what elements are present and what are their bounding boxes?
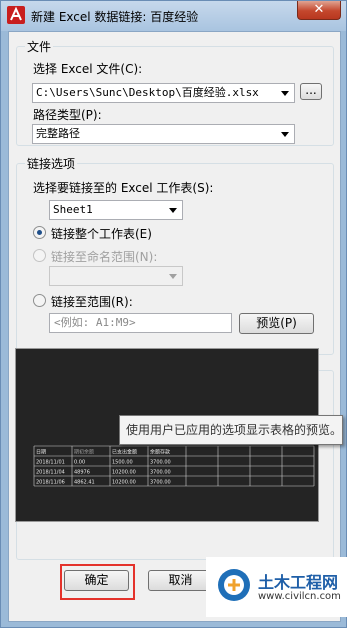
radio-named-range-label[interactable]: 链接至命名范围(N): [51,248,157,265]
browse-button[interactable]: ... [300,83,322,100]
select-file-label: 选择 Excel 文件(C): [33,62,143,76]
chevron-down-icon [281,91,289,96]
watermark-brand: 土木工程网 [258,573,339,592]
file-path-value: C:\Users\Sunc\Desktop\百度经验.xlsx [36,86,259,99]
radio-entire-sheet-label[interactable]: 链接整个工作表(E) [51,225,152,242]
path-type-combo[interactable]: 完整路径 [32,124,295,144]
preview-table-header-cell: 期初余额 [74,449,94,456]
named-range-combo[interactable] [49,266,183,286]
path-type-value: 完整路径 [36,127,80,140]
preview-table: 日期 期初余额 已支出金额 余额存款 2018/11/01 0.00 1500.00 3700… [33,445,315,487]
preview-table-cell: 0.00 [74,460,85,466]
path-type-label: 路径类型(P): [33,108,102,122]
sheet-value: Sheet1 [53,203,93,216]
radio-range[interactable] [33,294,46,307]
radio-range-label[interactable]: 链接至范围(R): [51,293,133,310]
autocad-app-icon [7,6,25,24]
preview-table-header-cell: 余额存款 [150,449,170,456]
preview-table-header-cell: 日期 [36,450,46,456]
preview-table-cell: 10200.00 [112,480,136,486]
preview-table-cell: 48976 [74,470,90,476]
ok-highlight-box [60,564,135,600]
sheet-combo[interactable]: Sheet1 [49,200,183,220]
preview-range-button[interactable]: 预览(P) [239,313,314,334]
preview-tooltip: 使用用户已应用的选项显示表格的预览。 [119,415,343,445]
sheet-select-label: 选择要链接至的 Excel 工作表(S): [33,181,214,195]
window-title: 新建 Excel 数据链接: 百度经验 [31,10,199,24]
chevron-down-icon [169,274,177,279]
preview-table-cell: 2018/11/04 [36,470,65,476]
chevron-down-icon [169,208,177,213]
preview-table-cell: 3700.00 [150,480,171,486]
watermark-logo-icon [218,569,250,601]
chevron-down-icon [281,132,289,137]
preview-table-cell: 2018/11/01 [36,460,65,466]
radio-named-range[interactable] [33,249,46,262]
file-path-combo[interactable]: C:\Users\Sunc\Desktop\百度经验.xlsx [32,83,295,103]
cancel-button[interactable]: 取消 [148,570,213,591]
file-group-title: 文件 [25,38,54,55]
link-options-title: 链接选项 [25,155,78,172]
preview-table-cell: 1500.00 [112,460,133,466]
watermark: 土木工程网 www.civilcn.com [206,557,347,617]
range-input[interactable]: <例如: A1:M9> [49,313,232,333]
dialog-window: 新建 Excel 数据链接: 百度经验 ✕ 文件 选择 Excel 文件(C):… [0,0,347,628]
dialog-body: 文件 选择 Excel 文件(C): C:\Users\Sunc\Desktop… [8,31,341,622]
preview-table-cell: 10200.00 [112,470,136,476]
preview-table-cell: 2018/11/06 [36,480,65,486]
watermark-url: www.civilcn.com [258,591,341,602]
radio-entire-sheet[interactable] [33,226,46,239]
title-bar[interactable]: 新建 Excel 数据链接: 百度经验 ✕ [1,1,346,31]
preview-table-cell: 3700.00 [150,470,171,476]
close-button[interactable]: ✕ [297,1,341,20]
preview-table-cell: 4862.41 [74,480,95,486]
preview-table-cell: 3700.00 [150,460,171,466]
preview-table-header-cell: 已支出金额 [112,449,137,456]
